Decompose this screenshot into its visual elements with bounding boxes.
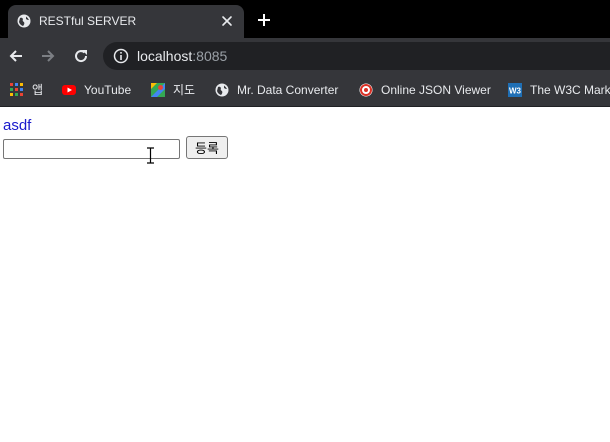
youtube-icon bbox=[62, 85, 76, 95]
address-bar[interactable]: localhost:8085 bbox=[103, 42, 610, 70]
tab-title: RESTful SERVER bbox=[39, 14, 137, 28]
bookmark-label: The W3C Mark bbox=[530, 83, 610, 97]
bookmark-label: 지도 bbox=[173, 83, 196, 97]
tab-strip: RESTful SERVER bbox=[0, 0, 610, 38]
apps-grid-icon bbox=[10, 83, 23, 96]
text-cursor-icon bbox=[147, 147, 154, 164]
svg-text:W3: W3 bbox=[509, 87, 522, 96]
asdf-link[interactable]: asdf bbox=[3, 117, 31, 135]
bookmarks-bar: 앱 YouTube 지도 Mr. Data Converter Online J… bbox=[0, 74, 610, 107]
info-icon[interactable] bbox=[113, 48, 129, 64]
new-tab-icon[interactable] bbox=[256, 12, 272, 28]
json-viewer-icon bbox=[359, 83, 373, 97]
close-icon[interactable] bbox=[220, 14, 234, 28]
bookmark-label: Mr. Data Converter bbox=[237, 83, 339, 97]
reload-icon[interactable] bbox=[73, 48, 89, 64]
url-port: :8085 bbox=[192, 48, 228, 64]
globe-icon bbox=[17, 14, 31, 28]
maps-icon bbox=[151, 83, 165, 97]
browser-tab[interactable]: RESTful SERVER bbox=[8, 5, 244, 38]
back-arrow-icon[interactable] bbox=[8, 48, 24, 64]
url-text: localhost:8085 bbox=[137, 48, 227, 64]
w3c-icon: W3 bbox=[508, 83, 522, 97]
page-content: asdf 등록 bbox=[0, 107, 610, 442]
globe-icon bbox=[215, 83, 229, 97]
register-button[interactable]: 등록 bbox=[186, 136, 228, 159]
forward-arrow-icon[interactable] bbox=[40, 48, 56, 64]
bookmark-label: Online JSON Viewer bbox=[381, 83, 491, 97]
browser-toolbar: localhost:8085 bbox=[0, 38, 610, 74]
bookmark-label: 앱 bbox=[32, 83, 44, 97]
url-host: localhost bbox=[137, 48, 193, 64]
bookmark-label: YouTube bbox=[84, 83, 132, 97]
